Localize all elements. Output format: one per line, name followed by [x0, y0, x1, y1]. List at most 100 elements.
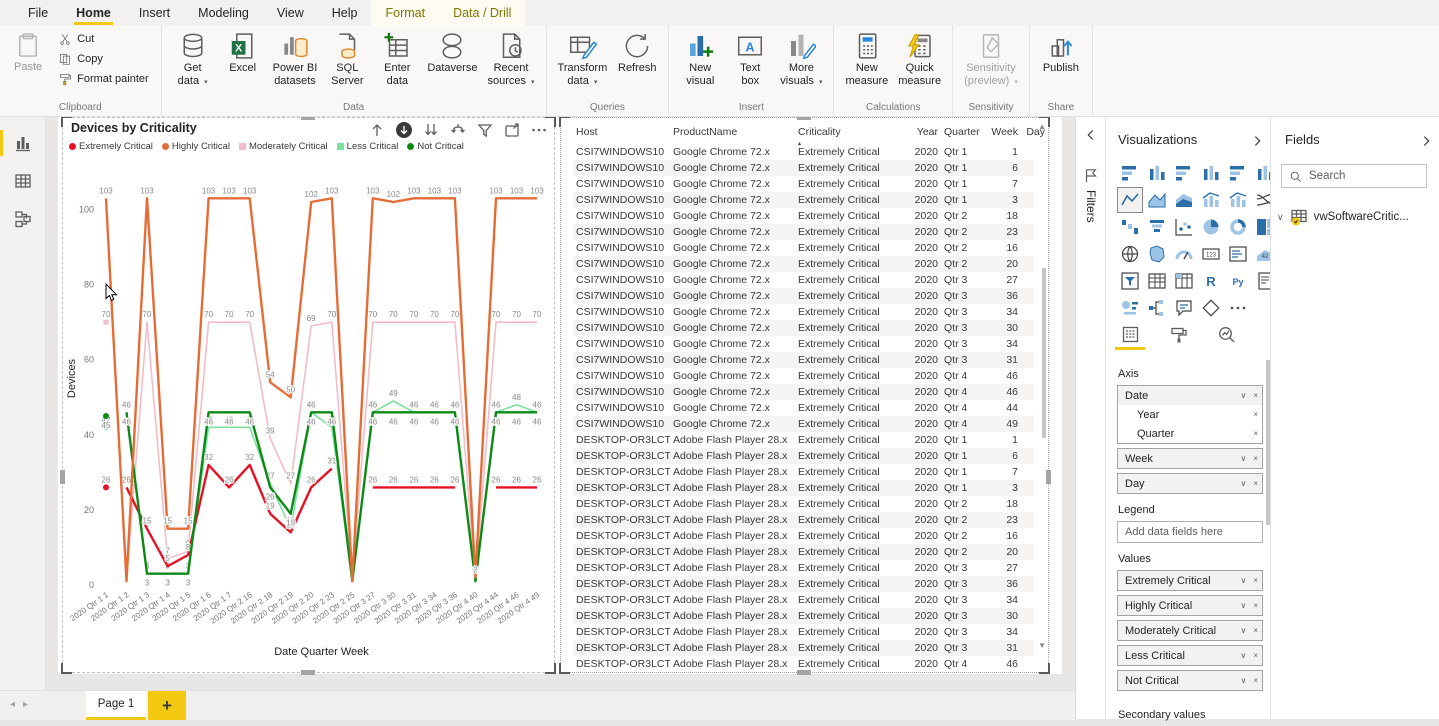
- table-row[interactable]: DESKTOP-OR3LCTGAdobe Flash Player 28.xEx…: [573, 432, 1034, 448]
- table-row[interactable]: CSI7WINDOWS10Google Chrome 72.xExtremely…: [573, 256, 1034, 272]
- expand-all-down-icon[interactable]: [449, 121, 467, 139]
- table-icon[interactable]: [1144, 268, 1170, 294]
- ribbon-tab-home[interactable]: Home: [62, 0, 125, 26]
- table-row[interactable]: CSI7WINDOWS10Google Chrome 72.xExtremely…: [573, 336, 1034, 352]
- gauge-icon[interactable]: [1171, 241, 1197, 267]
- table-scrollbar[interactable]: [1042, 268, 1046, 438]
- filters-pane-title[interactable]: Filters: [1084, 190, 1098, 223]
- ribbon-tab-view[interactable]: View: [263, 0, 318, 26]
- remove-field-icon[interactable]: ×: [1253, 626, 1258, 635]
- chevron-down-icon[interactable]: ∨: [1240, 454, 1246, 463]
- table-row[interactable]: CSI7WINDOWS10Google Chrome 72.xExtremely…: [573, 144, 1034, 160]
- drill-down-mode-icon[interactable]: [395, 121, 413, 139]
- chevron-down-icon[interactable]: ∨: [1277, 212, 1284, 223]
- get-data-button[interactable]: Getdata ▾: [170, 29, 216, 89]
- matrix-icon[interactable]: [1171, 268, 1197, 294]
- column-header-week[interactable]: Week: [987, 126, 1021, 138]
- field-chip-extremely-critical[interactable]: Extremely Critical∨×: [1118, 571, 1262, 590]
- new-measure-button[interactable]: Newmeasure: [842, 29, 891, 89]
- table-visual[interactable]: HostProductNameCriticality▴YearQuarterWe…: [560, 117, 1049, 673]
- table-row[interactable]: CSI7WINDOWS10Google Chrome 72.xExtremely…: [573, 208, 1034, 224]
- table-row[interactable]: CSI7WINDOWS10Google Chrome 72.xExtremely…: [573, 224, 1034, 240]
- legend-item-highly-critical[interactable]: Highly Critical: [162, 141, 230, 152]
- clustered-bar-chart-icon[interactable]: [1171, 160, 1197, 186]
- new-visual-button[interactable]: Newvisual: [677, 29, 723, 89]
- legend-item-not-critical[interactable]: Not Critical: [407, 141, 463, 152]
- collapse-fields-icon[interactable]: [1423, 134, 1430, 152]
- sidebar-item-data-view[interactable]: [0, 164, 45, 198]
- python-visual-icon[interactable]: Py: [1225, 268, 1251, 294]
- table-row[interactable]: CSI7WINDOWS10Google Chrome 72.xExtremely…: [573, 160, 1034, 176]
- table-row[interactable]: CSI7WINDOWS10Google Chrome 72.xExtremely…: [573, 192, 1034, 208]
- ribbon-tab-format[interactable]: Format: [371, 0, 439, 26]
- remove-field-icon[interactable]: ×: [1253, 651, 1258, 660]
- chevron-down-icon[interactable]: ∨: [1240, 676, 1246, 685]
- table-row[interactable]: CSI7WINDOWS10Google Chrome 72.xExtremely…: [573, 368, 1034, 384]
- text-box-button[interactable]: ATextbox: [727, 29, 773, 89]
- format-painter-button[interactable]: Format painter: [54, 69, 153, 89]
- multi-row-card-icon[interactable]: [1225, 241, 1251, 267]
- well-tab-analytics[interactable]: [1213, 322, 1239, 346]
- table-row[interactable]: DESKTOP-OR3LCTGAdobe Flash Player 28.xEx…: [573, 480, 1034, 496]
- page-nav-arrows[interactable]: ◂▸: [10, 699, 36, 710]
- more-visuals-button[interactable]: Morevisuals ▾: [777, 29, 825, 89]
- field-chip-week[interactable]: Week∨×: [1118, 449, 1262, 468]
- column-header-host[interactable]: Host: [573, 126, 670, 138]
- drill-up-icon[interactable]: [368, 121, 386, 139]
- table-row[interactable]: DESKTOP-OR3LCTGAdobe Flash Player 28.xEx…: [573, 528, 1034, 544]
- table-row[interactable]: DESKTOP-OR3LCTGAdobe Flash Player 28.xEx…: [573, 448, 1034, 464]
- chevron-down-icon[interactable]: ∨: [1240, 479, 1246, 488]
- chevron-down-icon[interactable]: ∨: [1240, 626, 1246, 635]
- table-scroll-up-icon[interactable]: ▲: [1038, 122, 1046, 131]
- ribbon-tab-help[interactable]: Help: [318, 0, 372, 26]
- table-row[interactable]: CSI7WINDOWS10Google Chrome 72.xExtremely…: [573, 320, 1034, 336]
- table-row[interactable]: CSI7WINDOWS10Google Chrome 72.xExtremely…: [573, 304, 1034, 320]
- resize-handle-right[interactable]: [1046, 470, 1051, 484]
- field-table-item[interactable]: ∨ vwSoftwareCritic...: [1277, 208, 1409, 226]
- excel-button[interactable]: XExcel: [220, 29, 266, 77]
- new-page-button[interactable]: +: [148, 691, 186, 720]
- field-chip-year[interactable]: Year×: [1118, 405, 1262, 424]
- table-row[interactable]: DESKTOP-OR3LCTGAdobe Flash Player 28.xEx…: [573, 496, 1034, 512]
- slicer-icon[interactable]: [1117, 268, 1143, 294]
- table-row[interactable]: DESKTOP-OR3LCTGAdobe Flash Player 28.xEx…: [573, 608, 1034, 624]
- refresh-button[interactable]: Refresh: [614, 29, 660, 77]
- legend-dropzone[interactable]: Add data fields here: [1117, 521, 1263, 543]
- line-chart-visual[interactable]: Devices by Criticality Extremely Critica…: [62, 117, 555, 673]
- field-chip-less-critical[interactable]: Less Critical∨×: [1118, 646, 1262, 665]
- remove-field-icon[interactable]: ×: [1253, 601, 1258, 610]
- resize-handle-bottom[interactable]: [797, 670, 811, 675]
- search-input[interactable]: Search: [1281, 164, 1427, 188]
- remove-field-icon[interactable]: ×: [1253, 479, 1258, 488]
- table-row[interactable]: CSI7WINDOWS10Google Chrome 72.xExtremely…: [573, 288, 1034, 304]
- donut-chart-icon[interactable]: [1225, 214, 1251, 240]
- field-chip-not-critical[interactable]: Not Critical∨×: [1118, 671, 1262, 690]
- focus-mode-icon[interactable]: [503, 121, 521, 139]
- table-row[interactable]: CSI7WINDOWS10Google Chrome 72.xExtremely…: [573, 384, 1034, 400]
- table-row[interactable]: CSI7WINDOWS10Google Chrome 72.xExtremely…: [573, 272, 1034, 288]
- filled-map-icon[interactable]: [1144, 241, 1170, 267]
- ribbon-tab-modeling[interactable]: Modeling: [184, 0, 263, 26]
- dataverse-button[interactable]: Dataverse: [424, 29, 480, 77]
- filters-icon[interactable]: [476, 121, 494, 139]
- remove-field-icon[interactable]: ×: [1253, 676, 1258, 685]
- column-header-productname[interactable]: ProductName: [670, 126, 795, 138]
- line-chart[interactable]: 020406080100Devices2020 Qtr 1 12020 Qtr …: [64, 158, 553, 663]
- map-icon[interactable]: [1117, 241, 1143, 267]
- field-chip-highly-critical[interactable]: Highly Critical∨×: [1118, 596, 1262, 615]
- transform-data-button[interactable]: Transformdata ▾: [555, 29, 611, 89]
- scatter-chart-icon[interactable]: [1171, 214, 1197, 240]
- stacked-area-chart-icon[interactable]: [1171, 187, 1197, 213]
- field-chip-quarter[interactable]: Quarter×: [1118, 424, 1262, 443]
- sidebar-item-model-view[interactable]: [0, 202, 45, 236]
- chevron-down-icon[interactable]: ∨: [1240, 391, 1246, 400]
- line-and-clustered-column-chart-icon[interactable]: [1225, 187, 1251, 213]
- column-header-quarter[interactable]: Quarter: [941, 126, 987, 138]
- line-and-stacked-column-chart-icon[interactable]: [1198, 187, 1224, 213]
- r-script-visual-icon[interactable]: R: [1198, 268, 1224, 294]
- legend-item-moderately-critical[interactable]: Moderately Critical: [239, 141, 328, 152]
- table-scroll-down-icon[interactable]: ▼: [1038, 641, 1046, 650]
- stacked-bar-chart-icon[interactable]: [1117, 160, 1143, 186]
- field-chip-date[interactable]: Date∨×: [1118, 386, 1262, 405]
- publish-button[interactable]: Publish: [1038, 29, 1084, 77]
